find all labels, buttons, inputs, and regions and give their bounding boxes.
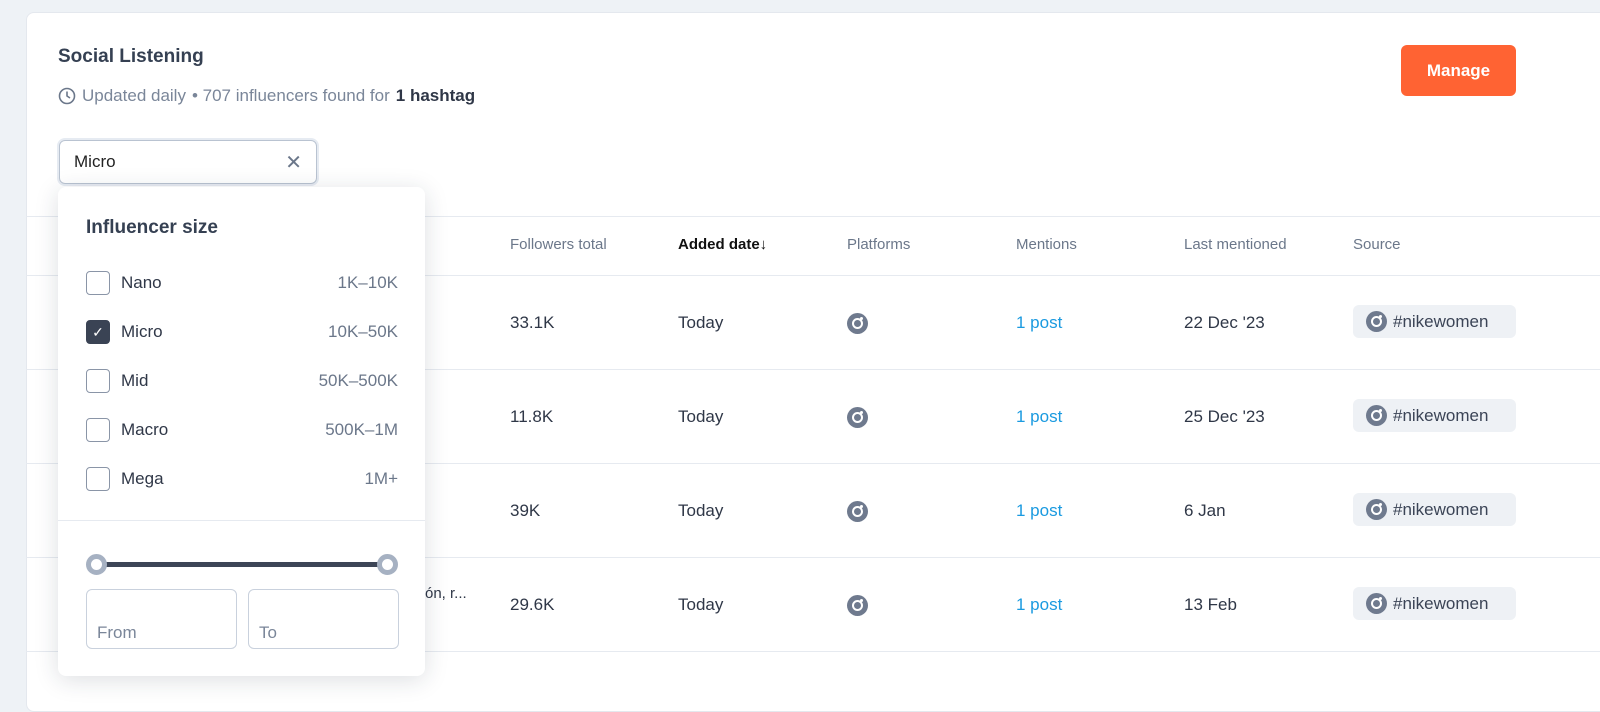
- option-range: 1K–10K: [337, 273, 399, 292]
- slider-max-handle[interactable]: [377, 554, 398, 575]
- instagram-icon: [847, 501, 868, 522]
- last-mentioned-cell: 22 Dec '23: [1184, 313, 1265, 332]
- count-text: • 707 influencers found for: [191, 86, 390, 105]
- column-header[interactable]: Source: [1353, 236, 1401, 253]
- instagram-icon: [1366, 405, 1387, 426]
- instagram-icon: [1366, 593, 1387, 614]
- instagram-icon: [1366, 311, 1387, 332]
- last-mentioned-cell: 13 Feb: [1184, 595, 1237, 614]
- followers-cell: 39K: [510, 501, 541, 520]
- clock-icon: [58, 87, 76, 105]
- to-input[interactable]: [248, 589, 399, 649]
- checkbox[interactable]: [86, 467, 110, 491]
- divider: [58, 520, 425, 521]
- source-chip[interactable]: #nikewomen: [1353, 399, 1516, 432]
- followers-cell: 33.1K: [510, 313, 555, 332]
- filter-value: Micro: [74, 152, 116, 171]
- size-option-mid[interactable]: Mid 50K–500K: [86, 368, 398, 394]
- size-filter-chip[interactable]: Micro ✕: [59, 140, 317, 184]
- instagram-icon: [847, 407, 868, 428]
- instagram-icon: [847, 313, 868, 334]
- option-label: Mid: [121, 371, 149, 390]
- mentions-link[interactable]: 1 post: [1016, 407, 1062, 427]
- last-mentioned-cell: 25 Dec '23: [1184, 407, 1265, 426]
- platforms-cell: [847, 313, 868, 339]
- source-chip[interactable]: #nikewomen: [1353, 587, 1516, 620]
- option-label: Nano: [121, 273, 162, 292]
- column-header[interactable]: Mentions: [1016, 236, 1077, 253]
- platforms-cell: [847, 407, 868, 433]
- mentions-link[interactable]: 1 post: [1016, 313, 1062, 333]
- from-input[interactable]: [86, 589, 237, 649]
- instagram-icon: [1366, 499, 1387, 520]
- source-label: #nikewomen: [1393, 405, 1489, 425]
- option-label: Micro: [121, 322, 163, 341]
- added-date-cell: Today: [678, 407, 724, 426]
- option-range: 500K–1M: [325, 420, 398, 439]
- column-header[interactable]: Followers total: [510, 236, 607, 253]
- option-label: Macro: [121, 420, 169, 439]
- mentions-link[interactable]: 1 post: [1016, 501, 1062, 521]
- size-option-macro[interactable]: Macro 500K–1M: [86, 417, 398, 443]
- option-range: 1M+: [364, 469, 398, 488]
- column-header[interactable]: Last mentioned: [1184, 236, 1287, 253]
- instagram-icon: [847, 595, 868, 616]
- influencer-size-popover: Influencer size Nano 1K–10K ✓ Micro 10K–…: [58, 187, 425, 676]
- manage-button[interactable]: Manage: [1401, 45, 1516, 96]
- popover-title: Influencer size: [86, 217, 218, 238]
- size-option-micro[interactable]: ✓ Micro 10K–50K: [86, 319, 398, 345]
- column-header[interactable]: Platforms: [847, 236, 910, 253]
- checkbox[interactable]: [86, 369, 110, 393]
- checkbox[interactable]: [86, 271, 110, 295]
- subtitle: Updated daily • 707 influencers found fo…: [58, 86, 475, 106]
- mentions-link[interactable]: 1 post: [1016, 595, 1062, 615]
- page-title: Social Listening: [58, 46, 204, 67]
- size-option-mega[interactable]: Mega 1M+: [86, 466, 398, 492]
- option-label: Mega: [121, 469, 164, 488]
- platforms-cell: [847, 501, 868, 527]
- last-mentioned-cell: 6 Jan: [1184, 501, 1226, 520]
- range-slider-track[interactable]: [96, 562, 387, 567]
- close-icon[interactable]: ✕: [285, 150, 302, 175]
- added-date-cell: Today: [678, 501, 724, 520]
- influencer-name[interactable]: ón, r...: [425, 585, 467, 602]
- updated-text: Updated daily: [82, 86, 186, 105]
- source-label: #nikewomen: [1393, 593, 1489, 613]
- slider-min-handle[interactable]: [86, 554, 107, 575]
- checkbox[interactable]: [86, 418, 110, 442]
- hashtag-count: 1 hashtag: [395, 86, 476, 105]
- platforms-cell: [847, 595, 868, 621]
- option-range: 50K–500K: [318, 371, 398, 390]
- followers-cell: 29.6K: [510, 595, 555, 614]
- added-date-cell: Today: [678, 313, 724, 332]
- column-header[interactable]: Added date↓: [678, 236, 767, 253]
- source-label: #nikewomen: [1393, 311, 1489, 331]
- added-date-cell: Today: [678, 595, 724, 614]
- size-option-nano[interactable]: Nano 1K–10K: [86, 270, 398, 296]
- source-chip[interactable]: #nikewomen: [1353, 493, 1516, 526]
- source-chip[interactable]: #nikewomen: [1353, 305, 1516, 338]
- option-range: 10K–50K: [328, 322, 398, 341]
- followers-cell: 11.8K: [510, 407, 554, 426]
- source-label: #nikewomen: [1393, 499, 1489, 519]
- checkbox[interactable]: ✓: [86, 320, 110, 344]
